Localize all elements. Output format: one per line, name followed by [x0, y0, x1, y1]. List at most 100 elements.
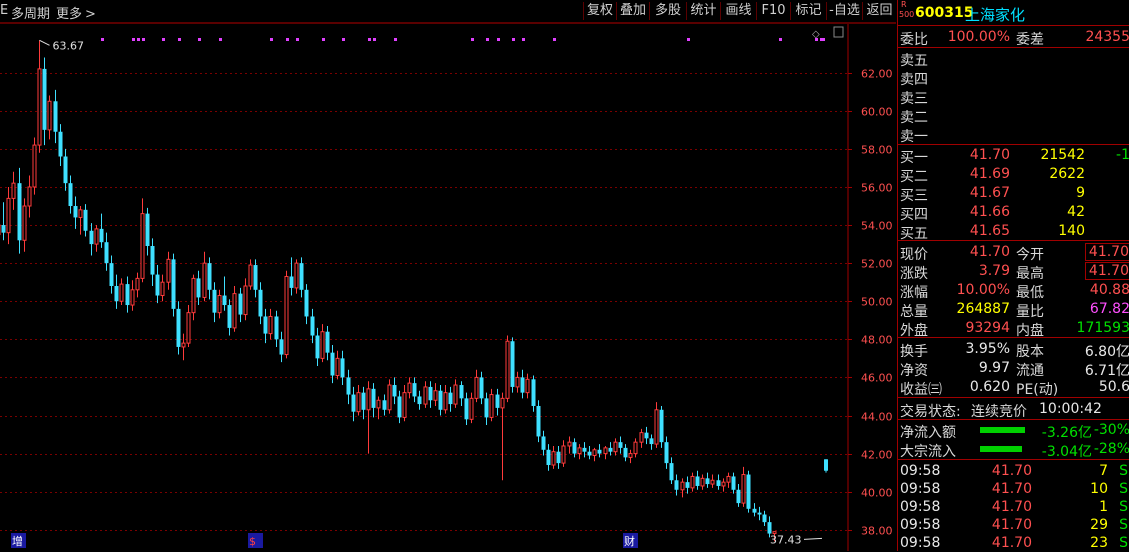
quote-row[interactable]: 涨幅 10.00% 最低 40.88 — [898, 281, 1129, 301]
candle-body — [762, 514, 767, 523]
candle-body — [99, 228, 104, 243]
candle-body — [47, 100, 52, 131]
y-tick-label: 60.00 — [861, 106, 893, 119]
candle-body — [592, 449, 597, 456]
weibi-value: 100.00% — [947, 29, 1010, 45]
quote-value: 10.00% — [956, 282, 1010, 298]
tick-row[interactable]: 09:58 41.70 10 S — [898, 480, 1129, 498]
flow-row[interactable]: 净流入额 -3.26亿 -30% — [898, 421, 1129, 441]
toolbar-button-4[interactable]: 画线 — [720, 2, 756, 20]
buy-row[interactable]: 买四 41.66 42 — [898, 203, 1129, 223]
toolbar-button-1[interactable]: 叠加 — [616, 2, 649, 20]
stats-row[interactable]: 换手 3.95% 股本 6.80亿 — [898, 340, 1129, 360]
flow-bar — [980, 446, 1022, 452]
quote-row[interactable]: 现价 41.70 今开 41.70 — [898, 243, 1129, 263]
candle-body — [690, 475, 695, 489]
candle-body — [700, 477, 705, 487]
buy-change: -1 — [1116, 147, 1129, 163]
stats-row[interactable]: 收益㈢ 0.620 PE(动) 50.6 — [898, 378, 1129, 398]
tick-time: 09:58 — [900, 463, 941, 479]
tick-price: 41.70 — [991, 517, 1032, 533]
candlestick-chart[interactable]: ◇ 62.00 60.00 58.00 56.00 54.00 52.00 50.00 48.… — [0, 23, 896, 551]
toolbar-button-6[interactable]: 标记 — [790, 2, 826, 20]
tick-volume: 10 — [1090, 481, 1108, 497]
signal-dot — [815, 38, 818, 41]
sell-row[interactable]: 卖二 — [898, 106, 1129, 126]
toolbar-button-5[interactable]: F10 — [756, 2, 790, 20]
toolbar-button-0[interactable]: 复权 — [583, 2, 616, 20]
candle-body — [109, 263, 114, 286]
candle-body — [68, 183, 73, 207]
toolbar-button-8[interactable]: 返回 — [862, 2, 896, 20]
tick-time: 09:58 — [900, 499, 941, 515]
buy-row[interactable]: 买三 41.67 9 — [898, 184, 1129, 204]
tick-price: 41.70 — [991, 481, 1032, 497]
candle-body — [361, 392, 366, 410]
candle-body — [191, 277, 196, 314]
candle-body — [94, 228, 99, 245]
trade-status-label: 交易状态: — [900, 404, 961, 420]
candle-body — [196, 278, 201, 298]
signal-dot — [342, 38, 345, 41]
toolbar-button-3[interactable]: 统计 — [686, 2, 720, 20]
quote-value: 3.79 — [978, 263, 1010, 279]
flow-row[interactable]: 大宗流入 -3.04亿 -28% — [898, 440, 1129, 460]
quote-panel: R 500 600315 上海家化 委比 100.00% 委差 24355 卖五… — [897, 0, 1129, 551]
buy-row[interactable]: 买一 41.70 21542 -1 — [898, 146, 1129, 166]
tick-price: 41.70 — [991, 499, 1032, 515]
tick-row[interactable]: 09:58 41.70 29 S — [898, 516, 1129, 534]
candle-body — [556, 451, 561, 464]
signal-dot — [296, 38, 299, 41]
buy-price: 41.66 — [969, 204, 1010, 220]
candle-body — [695, 476, 700, 486]
signal-dot — [322, 38, 325, 41]
price-axis: 62.00 60.00 58.00 56.00 54.00 52.00 50.00 48.00… — [848, 68, 893, 538]
tick-price: 41.70 — [991, 463, 1032, 479]
stock-name[interactable]: 上海家化 — [965, 4, 1025, 25]
min-label: 37.43 — [770, 533, 802, 546]
quote-row[interactable]: 外盘 93294 内盘 171593 — [898, 319, 1129, 339]
signal-dot — [522, 38, 525, 41]
buy-volume: 2622 — [1049, 166, 1085, 182]
quote-label-2: 今开 — [1016, 247, 1044, 263]
tick-volume: 29 — [1090, 517, 1108, 533]
quote-value-2: 67.82 — [1089, 301, 1129, 317]
buy-label: 买一 — [900, 150, 928, 166]
candle-body — [438, 390, 443, 410]
toolbar-button-7[interactable]: -自选 — [826, 2, 862, 20]
signal-dot — [101, 38, 104, 41]
stats-label-2: 流通 — [1016, 363, 1044, 379]
signal-dots — [101, 38, 825, 41]
toolbar-button-2[interactable]: 多股 — [649, 2, 686, 20]
signal-dot — [270, 38, 273, 41]
stats-row[interactable]: 净资 9.97 流通 6.71亿 — [898, 359, 1129, 379]
buy-row[interactable]: 买五 41.65 140 — [898, 222, 1129, 242]
tick-row[interactable]: 09:58 41.70 7 S — [898, 462, 1129, 480]
buy-price: 41.67 — [969, 185, 1010, 201]
candle-body — [387, 384, 392, 411]
buy-price: 41.69 — [969, 166, 1010, 182]
period-menu[interactable]: 多周期 — [11, 3, 50, 22]
candle-body — [289, 276, 294, 288]
sell-row[interactable]: 卖三 — [898, 87, 1129, 107]
quote-row[interactable]: 涨跌 3.79 最高 41.70 — [898, 262, 1129, 282]
candle-body — [58, 131, 63, 157]
candle-body — [89, 230, 94, 245]
buy-row[interactable]: 买二 41.69 2622 — [898, 165, 1129, 185]
tick-row[interactable]: 09:58 41.70 23 S — [898, 534, 1129, 552]
candle-body — [217, 295, 222, 314]
candle-body — [531, 379, 536, 406]
candle-body — [680, 481, 685, 491]
candle-body — [669, 463, 674, 481]
more-menu[interactable]: 更多 > — [56, 3, 96, 22]
sell-row[interactable]: 卖一 — [898, 125, 1129, 145]
flow-amount: -3.04亿 — [1041, 444, 1092, 460]
weibi-row: 委比 100.00% 委差 24355 — [898, 28, 1129, 48]
tick-row[interactable]: 09:58 41.70 1 S — [898, 498, 1129, 516]
candle-body — [351, 394, 356, 412]
sell-row[interactable]: 卖五 — [898, 49, 1129, 69]
max-label: 63.67 — [53, 39, 85, 52]
sell-row[interactable]: 卖四 — [898, 68, 1129, 88]
candle-body — [525, 378, 530, 394]
quote-row[interactable]: 总量 264887 量比 67.82 — [898, 300, 1129, 320]
